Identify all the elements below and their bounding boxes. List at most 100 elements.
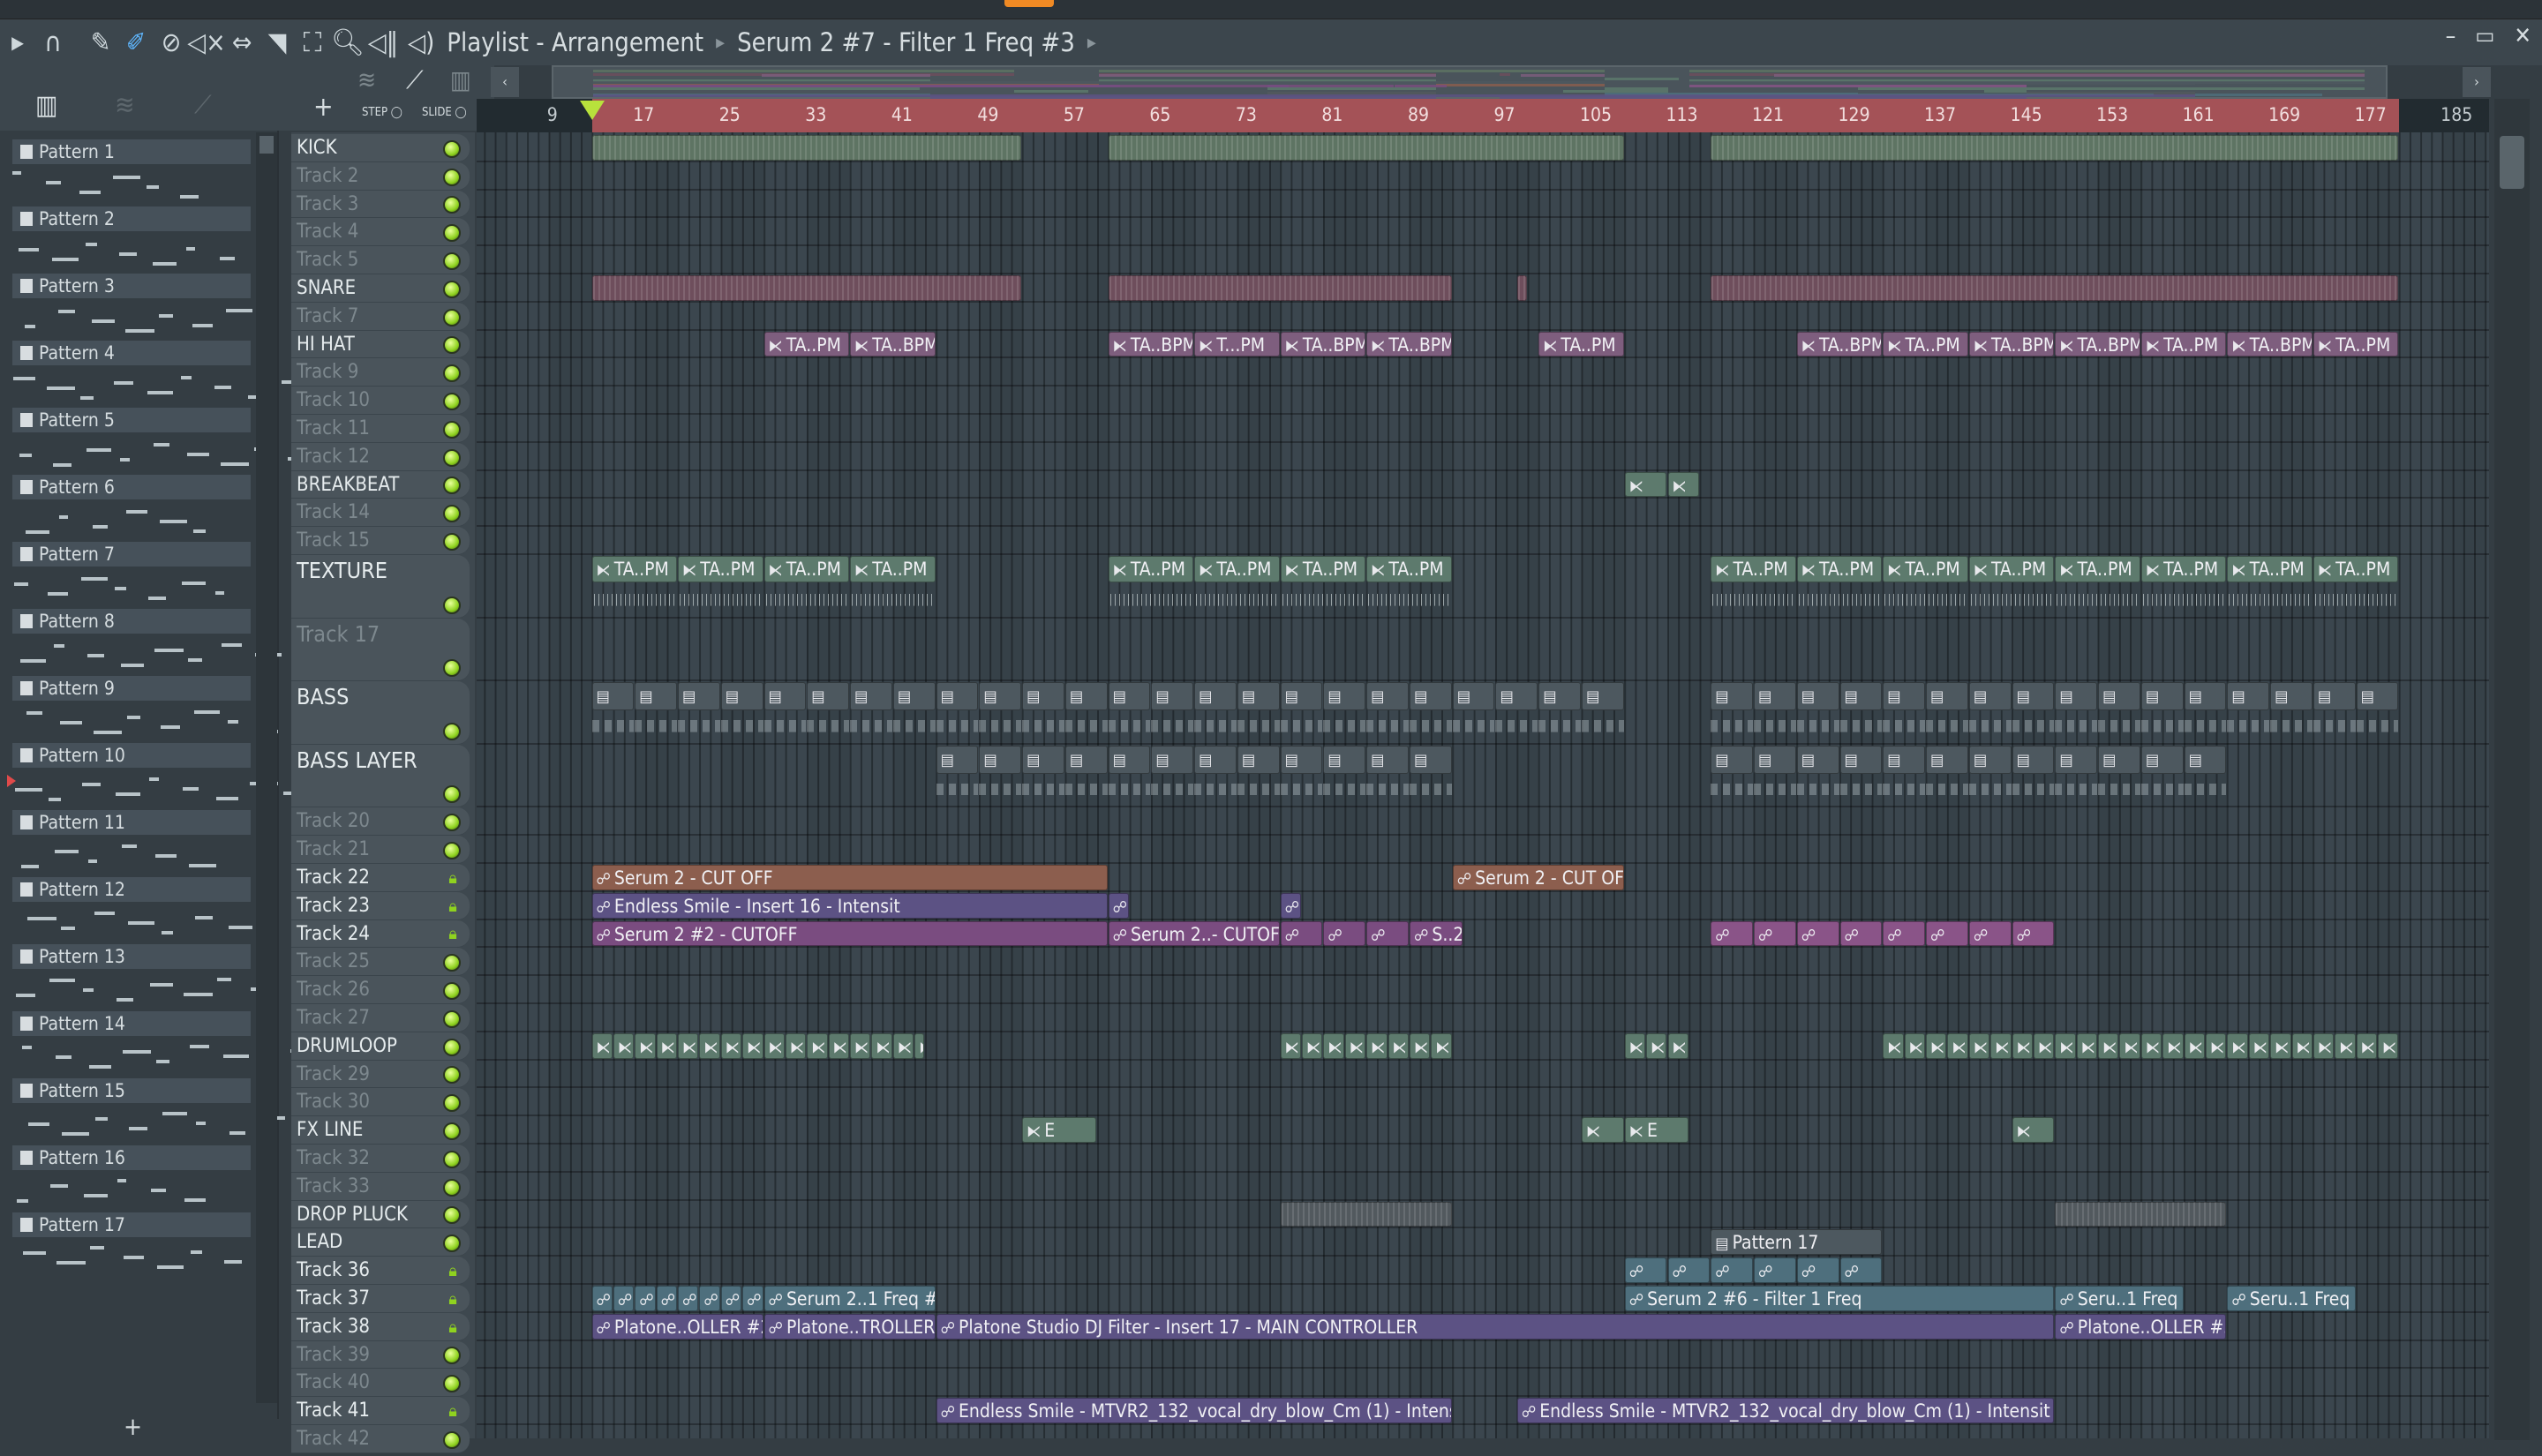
pattern-label[interactable]: Pattern 16 xyxy=(12,1145,251,1170)
track-header[interactable]: Track 20 xyxy=(291,807,470,837)
audio-clip[interactable]: ⧔ xyxy=(1344,1032,1366,1059)
pattern-clip[interactable]: ▤ xyxy=(2184,745,2227,774)
track-header[interactable]: Track 37 🔒︎ xyxy=(291,1285,470,1313)
scroll-thumb[interactable] xyxy=(2500,136,2524,189)
pattern-clip[interactable] xyxy=(1711,275,2399,301)
pattern-clip[interactable] xyxy=(1516,275,1528,301)
audio-clip[interactable]: ⧔ E xyxy=(1624,1117,1688,1143)
auto-clip[interactable]: ☍ Endless Smile - MTVR2_132_vocal_dry_blo… xyxy=(1516,1398,2055,1423)
track-header[interactable]: Track 4 xyxy=(291,218,470,247)
audio-clip[interactable]: ⧔ xyxy=(591,1032,613,1059)
track-enable-toggle[interactable] xyxy=(443,1038,461,1056)
pattern-label[interactable]: Pattern 10 xyxy=(12,743,251,768)
audio-clip[interactable]: ⧔ xyxy=(1409,1032,1431,1059)
audio-clip[interactable]: ⧔ xyxy=(1947,1032,1968,1059)
pattern-clip[interactable]: ▤ xyxy=(2313,682,2356,711)
lock-icon[interactable]: 🔒︎ xyxy=(445,1318,461,1337)
track-enable-toggle[interactable] xyxy=(443,954,461,972)
audio-clip[interactable]: ⧔ TA..PM xyxy=(1711,556,1796,582)
auto-clip[interactable]: ☍ xyxy=(1796,1257,1839,1283)
pattern-clip[interactable]: ▤ xyxy=(2098,745,2140,774)
pattern-item[interactable]: Pattern 2 xyxy=(12,206,251,274)
track-enable-toggle[interactable] xyxy=(443,1206,461,1225)
pattern-item[interactable]: Pattern 6 xyxy=(12,475,251,542)
audio-clip[interactable]: ⧔ xyxy=(763,1032,785,1059)
track-header[interactable]: LEAD xyxy=(291,1228,470,1257)
pattern-clip[interactable] xyxy=(2055,1201,2227,1227)
track-enable-toggle[interactable] xyxy=(443,392,461,410)
pattern-clip[interactable]: ▤ xyxy=(2140,682,2184,711)
audio-clip[interactable]: ⧔ TA..BPM xyxy=(1366,331,1452,357)
vertical-scrollbar[interactable] xyxy=(2494,99,2530,1440)
pattern-item[interactable]: Pattern 7 xyxy=(12,542,251,609)
pattern-clip[interactable]: ▤ xyxy=(1022,682,1064,711)
arrangement-grid[interactable]: ⧔ TA..PM ⧔ TA..BPM ⧔ TA..BPM ⧔ T...PM ⧔ TA..BPM ⧔ T… xyxy=(477,132,2489,1438)
audio-clip[interactable]: ⧔ xyxy=(699,1032,720,1059)
track-enable-toggle[interactable] xyxy=(443,1347,461,1365)
close-button[interactable]: ✕ xyxy=(2514,23,2531,49)
lock-icon[interactable]: 🔒︎ xyxy=(445,925,461,943)
auto-clip[interactable]: ☍ Serum 2 - CUT OFF xyxy=(1452,865,1624,890)
audio-clip[interactable]: ⧔ xyxy=(2055,1032,2076,1059)
auto-clip[interactable]: ☍ xyxy=(613,1286,635,1311)
audio-clip-icon[interactable]: ≋ xyxy=(115,90,135,121)
pattern-clip[interactable] xyxy=(591,275,1022,301)
audio-clip[interactable]: ⧔ TA..PM xyxy=(2140,556,2227,582)
pattern-clip[interactable]: ▤ xyxy=(591,682,635,711)
track-header[interactable]: Track 36 🔒︎ xyxy=(291,1257,470,1285)
track-header[interactable]: Track 27 xyxy=(291,1004,470,1032)
audio-clip[interactable]: ⧔ xyxy=(1431,1032,1452,1059)
auto-clip[interactable]: ☍ Serum 2 - CUT OFF xyxy=(591,865,1108,890)
auto-clip[interactable]: ☍ xyxy=(720,1286,742,1311)
audio-filter-icon[interactable]: ≋ xyxy=(357,65,376,94)
auto-clip[interactable]: ☍ xyxy=(1711,920,1753,947)
audio-clip[interactable]: ⧔ TA..BPM xyxy=(1968,331,2055,357)
track-enable-toggle[interactable] xyxy=(443,1094,461,1113)
pattern-clip[interactable]: ▤ xyxy=(979,745,1022,774)
track-header[interactable]: Track 26 xyxy=(291,976,470,1004)
auto-clip[interactable]: ☍ xyxy=(1108,892,1129,919)
pattern-clip[interactable]: ▤ xyxy=(1452,682,1495,711)
auto-clip[interactable]: ☍ xyxy=(1366,920,1409,947)
track-header[interactable]: Track 22 🔒︎ xyxy=(291,864,470,892)
track-header[interactable]: Track 32 xyxy=(291,1145,470,1173)
add-track-button[interactable]: + xyxy=(313,92,334,123)
audio-clip[interactable]: ⧔ xyxy=(871,1032,892,1059)
audio-clip[interactable]: ⧔ xyxy=(1280,1032,1302,1059)
track-header[interactable]: DROP PLUCK xyxy=(291,1200,470,1229)
pattern-item[interactable]: Pattern 14 xyxy=(12,1011,307,1078)
audio-clip[interactable]: ⧔ xyxy=(2012,1117,2055,1143)
audio-clip[interactable]: ⧔ TA..PM xyxy=(763,556,850,582)
pattern-clip[interactable]: ▤ xyxy=(1366,682,1409,711)
audio-clip[interactable]: ⧔ TA..PM xyxy=(2313,556,2399,582)
audio-clip[interactable]: ⧔ xyxy=(635,1032,656,1059)
audio-clip[interactable]: ⧔ TA..PM xyxy=(1796,556,1883,582)
audio-clip[interactable]: ⧔ xyxy=(2313,1032,2335,1059)
pattern-clip[interactable]: ▤ xyxy=(720,682,763,711)
audio-clip[interactable]: ⧔ E xyxy=(1022,1117,1097,1143)
audio-clip[interactable]: ⧔ xyxy=(1323,1032,1344,1059)
pattern-clip[interactable]: ▤ xyxy=(850,682,892,711)
pattern-clip[interactable]: ▤ xyxy=(936,682,979,711)
pattern-clip[interactable]: ▤ xyxy=(892,682,936,711)
track-enable-toggle[interactable] xyxy=(443,308,461,326)
track-enable-toggle[interactable] xyxy=(443,364,461,383)
automation-filter-icon[interactable]: ⟋ xyxy=(406,65,424,95)
pattern-label[interactable]: Pattern 2 xyxy=(12,206,251,231)
timeline-ruler[interactable]: 9 17 25 33 41 49 57 65 73 81 89 97 105 113 121 129 137 14… xyxy=(477,99,2489,132)
track-enable-toggle[interactable] xyxy=(443,981,461,1000)
track-enable-toggle[interactable] xyxy=(443,1178,461,1197)
auto-clip[interactable]: ☍ xyxy=(699,1286,720,1311)
lock-icon[interactable]: 🔒︎ xyxy=(445,869,461,888)
track-enable-toggle[interactable] xyxy=(443,532,461,551)
audio-clip[interactable]: ⧔ xyxy=(828,1032,850,1059)
pattern-clip[interactable]: ▤ xyxy=(1280,745,1323,774)
pattern-clip[interactable]: ▤ xyxy=(2140,745,2184,774)
lock-icon[interactable]: 🔒︎ xyxy=(445,897,461,916)
pattern-clip[interactable]: ▤ xyxy=(1409,682,1452,711)
audio-clip[interactable]: ⧔ xyxy=(892,1032,914,1059)
auto-clip[interactable]: ☍ xyxy=(656,1286,677,1311)
track-header[interactable]: KICK xyxy=(291,134,470,162)
audio-clip[interactable]: ⧔ xyxy=(2335,1032,2356,1059)
audio-clip[interactable]: ⧔ xyxy=(1366,1032,1388,1059)
